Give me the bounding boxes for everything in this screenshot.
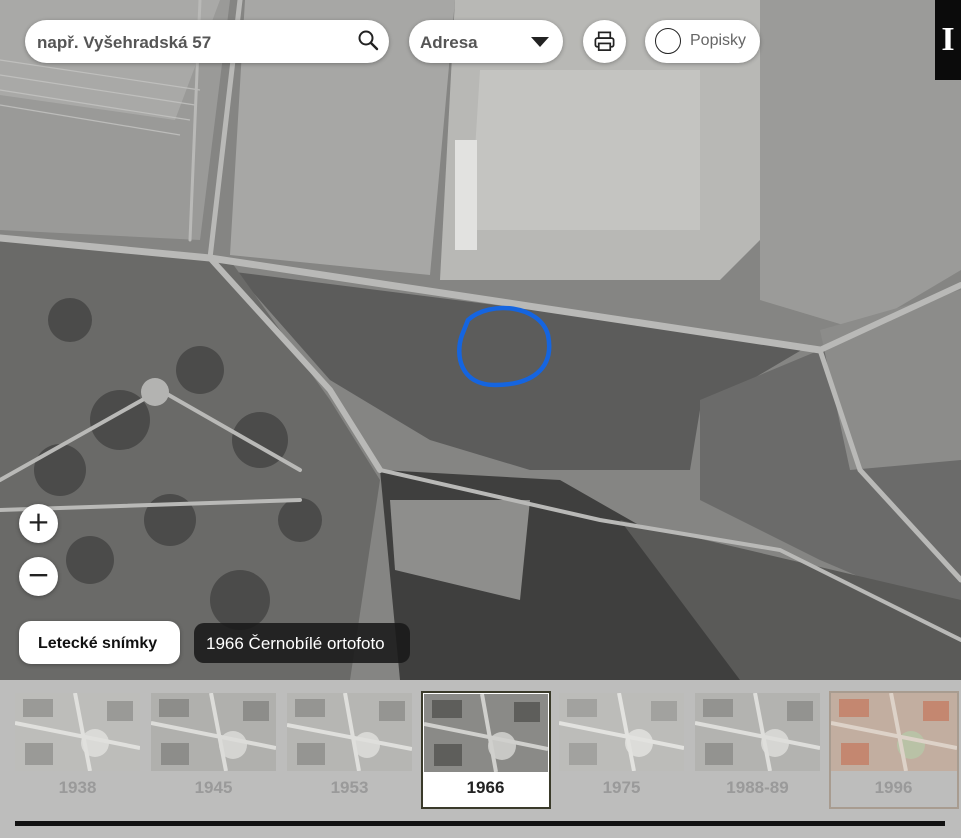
thumbnail-image (831, 693, 957, 771)
labels-toggle-label: Popisky (690, 32, 747, 49)
thumbnail-image (15, 693, 140, 771)
layer-switch-label: Letecké snímky (38, 635, 158, 652)
timeline-item-1938[interactable]: 1938 (15, 693, 140, 807)
print-button[interactable] (583, 20, 626, 63)
timeline-year: 1966 (466, 778, 505, 797)
thumbnail-image (559, 693, 684, 771)
search-type-select[interactable]: Adresa (409, 20, 563, 63)
current-layer-label: 1966 Černobílé ortofoto (194, 623, 410, 663)
timeline-item-1975[interactable]: 1975 (559, 693, 684, 807)
printer-icon (594, 31, 615, 51)
timeline-scrollbar[interactable] (15, 821, 945, 826)
timeline-year: 1988-89 (726, 778, 789, 797)
timeline-item-1953[interactable]: 1953 (287, 693, 412, 807)
thumbnail-image (424, 694, 549, 772)
plus-icon: + (26, 505, 51, 538)
timeline-item-1966[interactable]: 1966 (421, 691, 551, 809)
timeline-item-1988-89[interactable]: 1988-89 (695, 693, 820, 807)
timeline-year: 1975 (602, 778, 641, 797)
timeline-year: 1953 (330, 778, 369, 797)
layer-switch-button[interactable]: Letecké snímky (19, 621, 180, 664)
thumbnail-image (287, 693, 412, 771)
corner-badge[interactable]: I (935, 0, 961, 80)
labels-toggle[interactable]: Popisky (645, 20, 760, 63)
chevron-down-icon (531, 37, 549, 47)
search-input[interactable]: např. Vyšehradská 57 (37, 33, 211, 53)
search-type-value: Adresa (420, 33, 478, 52)
timeline-item-1945[interactable]: 1945 (151, 693, 276, 807)
thumbnail-image (151, 693, 276, 771)
thumbnail-image (695, 693, 820, 771)
timeline-year: 1945 (194, 778, 233, 797)
radio-circle-icon[interactable] (655, 28, 681, 54)
search-icon[interactable] (357, 29, 379, 51)
timeline-year: 1938 (58, 778, 97, 797)
search-box[interactable]: např. Vyšehradská 57 (25, 20, 389, 63)
minus-icon: − (26, 558, 51, 591)
zoom-in-button[interactable]: + (19, 504, 58, 543)
timeline-year: 1996 (874, 778, 913, 797)
timeline-item-1996[interactable]: 1996 (829, 691, 959, 809)
current-layer-text: 1966 Černobílé ortofoto (206, 634, 385, 653)
zoom-out-button[interactable]: − (19, 557, 58, 596)
